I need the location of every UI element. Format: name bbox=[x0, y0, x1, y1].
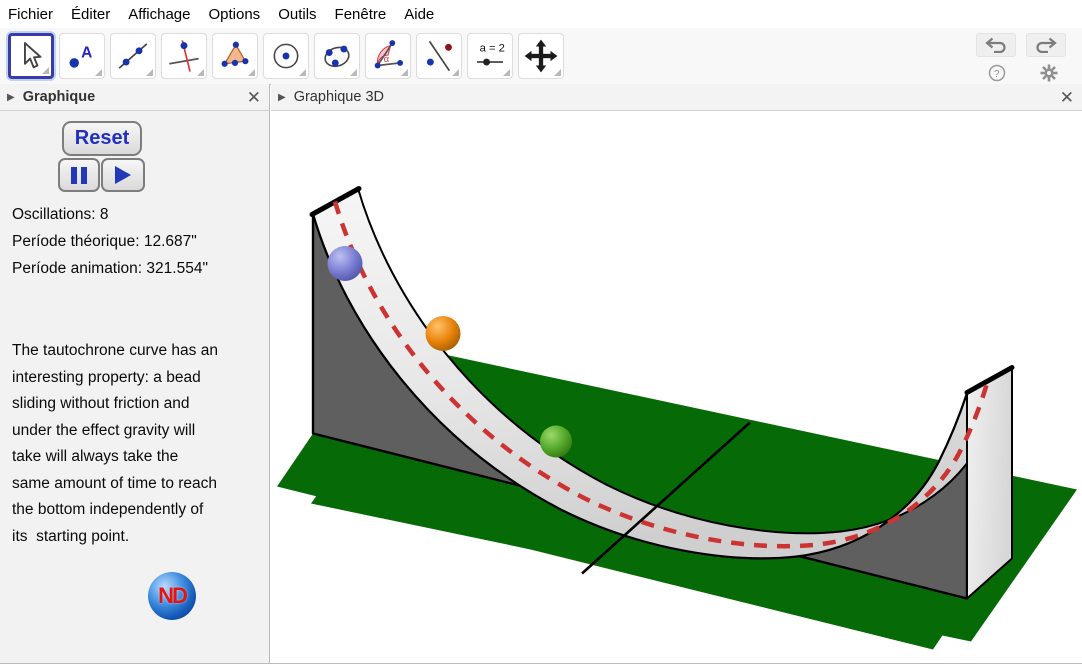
bead-blue[interactable] bbox=[328, 246, 363, 281]
menu-aide[interactable]: Aide bbox=[395, 6, 443, 23]
description-line: under the effect gravity will bbox=[12, 422, 195, 440]
tool-dropdown-arrow[interactable] bbox=[554, 69, 561, 76]
theoretical-period-text: Període théorique: 12.687" bbox=[12, 233, 197, 251]
description-line: take will always take the bbox=[12, 448, 178, 466]
bead-green[interactable] bbox=[540, 426, 572, 458]
help-button[interactable]: ? bbox=[988, 64, 1006, 82]
menu-editer[interactable]: Éditer bbox=[62, 6, 119, 23]
redo-button[interactable] bbox=[1026, 33, 1066, 57]
tool-dropdown-arrow[interactable] bbox=[95, 69, 102, 76]
perpendicular-line-tool-button[interactable] bbox=[161, 33, 207, 79]
pause-icon bbox=[69, 167, 89, 182]
graphics3d-panel-header: ▶ Graphique 3D ✕ bbox=[271, 84, 1082, 111]
tool-dropdown-arrow[interactable] bbox=[401, 69, 408, 76]
tool-dropdown-arrow[interactable] bbox=[299, 69, 306, 76]
svg-text:?: ? bbox=[994, 69, 1000, 80]
tool-dropdown-arrow[interactable] bbox=[146, 69, 153, 76]
tautochrone-scene bbox=[271, 111, 1082, 663]
tool-dropdown-arrow[interactable] bbox=[503, 69, 510, 76]
geogebra-window: Fichier Éditer Affichage Options Outils … bbox=[0, 0, 1082, 664]
panel-expand-arrow-icon[interactable]: ▶ bbox=[7, 92, 15, 103]
angle-tool-button[interactable]: α bbox=[365, 33, 411, 79]
description-line: its starting point. bbox=[12, 528, 129, 546]
tool-dropdown-arrow[interactable] bbox=[452, 69, 459, 76]
help-icon: ? bbox=[988, 64, 1006, 82]
globe-logo: ND bbox=[148, 572, 196, 620]
menu-affichage[interactable]: Affichage bbox=[119, 6, 199, 23]
undo-button[interactable] bbox=[976, 33, 1016, 57]
description-line: interesting property: a bead bbox=[12, 369, 201, 387]
play-button[interactable] bbox=[101, 158, 145, 192]
right-end-wall bbox=[967, 367, 1012, 599]
redo-icon bbox=[1034, 37, 1058, 53]
description-line: same amount of time to reach bbox=[12, 475, 217, 493]
description-line: the bottom independently of bbox=[12, 501, 203, 519]
svg-text:a = 2: a = 2 bbox=[480, 43, 505, 55]
tool-dropdown-arrow[interactable] bbox=[197, 69, 204, 76]
undo-icon bbox=[984, 37, 1008, 53]
description-line: sliding without friction and bbox=[12, 395, 190, 413]
menu-outils[interactable]: Outils bbox=[269, 6, 325, 23]
graphics-panel-header: ▶ Graphique ✕ bbox=[0, 84, 270, 111]
description-line: The tautochrone curve has an bbox=[12, 342, 218, 360]
svg-text:A: A bbox=[81, 45, 92, 62]
logo-text: ND bbox=[158, 583, 186, 609]
gear-icon bbox=[1040, 64, 1058, 82]
tool-dropdown-arrow[interactable] bbox=[350, 69, 357, 76]
menu-fichier[interactable]: Fichier bbox=[0, 6, 62, 23]
reset-button[interactable]: Reset bbox=[62, 121, 142, 156]
oscillations-text: Oscillations: 8 bbox=[12, 206, 108, 224]
settings-button[interactable] bbox=[1040, 64, 1058, 82]
tool-dropdown-arrow[interactable] bbox=[42, 67, 49, 74]
move-tool-button[interactable] bbox=[8, 33, 54, 79]
play-icon bbox=[115, 166, 131, 184]
polygon-tool-button[interactable] bbox=[212, 33, 258, 79]
point-tool-button[interactable]: A bbox=[59, 33, 105, 79]
graphics-panel-title: Graphique bbox=[23, 89, 96, 105]
reflection-tool-button[interactable] bbox=[416, 33, 462, 79]
conic-tool-button[interactable] bbox=[314, 33, 360, 79]
close-icon[interactable]: ✕ bbox=[247, 89, 261, 106]
graphics-panel: Reset Oscillations: 8 Període théorique:… bbox=[0, 111, 270, 663]
bead-orange[interactable] bbox=[426, 316, 461, 351]
graphics3d-view[interactable] bbox=[271, 111, 1082, 663]
tool-dropdown-arrow[interactable] bbox=[248, 69, 255, 76]
move-view-tool-button[interactable] bbox=[518, 33, 564, 79]
pause-button[interactable] bbox=[58, 158, 100, 192]
circle-tool-button[interactable] bbox=[263, 33, 309, 79]
slider-tool-button[interactable]: a = 2 bbox=[467, 33, 513, 79]
line-tool-button[interactable] bbox=[110, 33, 156, 79]
animation-period-text: Període animation: 321.554" bbox=[12, 260, 208, 278]
menu-fenetre[interactable]: Fenêtre bbox=[326, 6, 396, 23]
menu-options[interactable]: Options bbox=[199, 6, 269, 23]
svg-text:α: α bbox=[384, 54, 390, 65]
toolbar: A bbox=[0, 28, 1082, 85]
menu-bar: Fichier Éditer Affichage Options Outils … bbox=[0, 0, 1082, 29]
panel-expand-arrow-icon[interactable]: ▶ bbox=[278, 92, 286, 103]
close-icon[interactable]: ✕ bbox=[1060, 89, 1074, 106]
graphics3d-panel-title: Graphique 3D bbox=[294, 89, 384, 105]
